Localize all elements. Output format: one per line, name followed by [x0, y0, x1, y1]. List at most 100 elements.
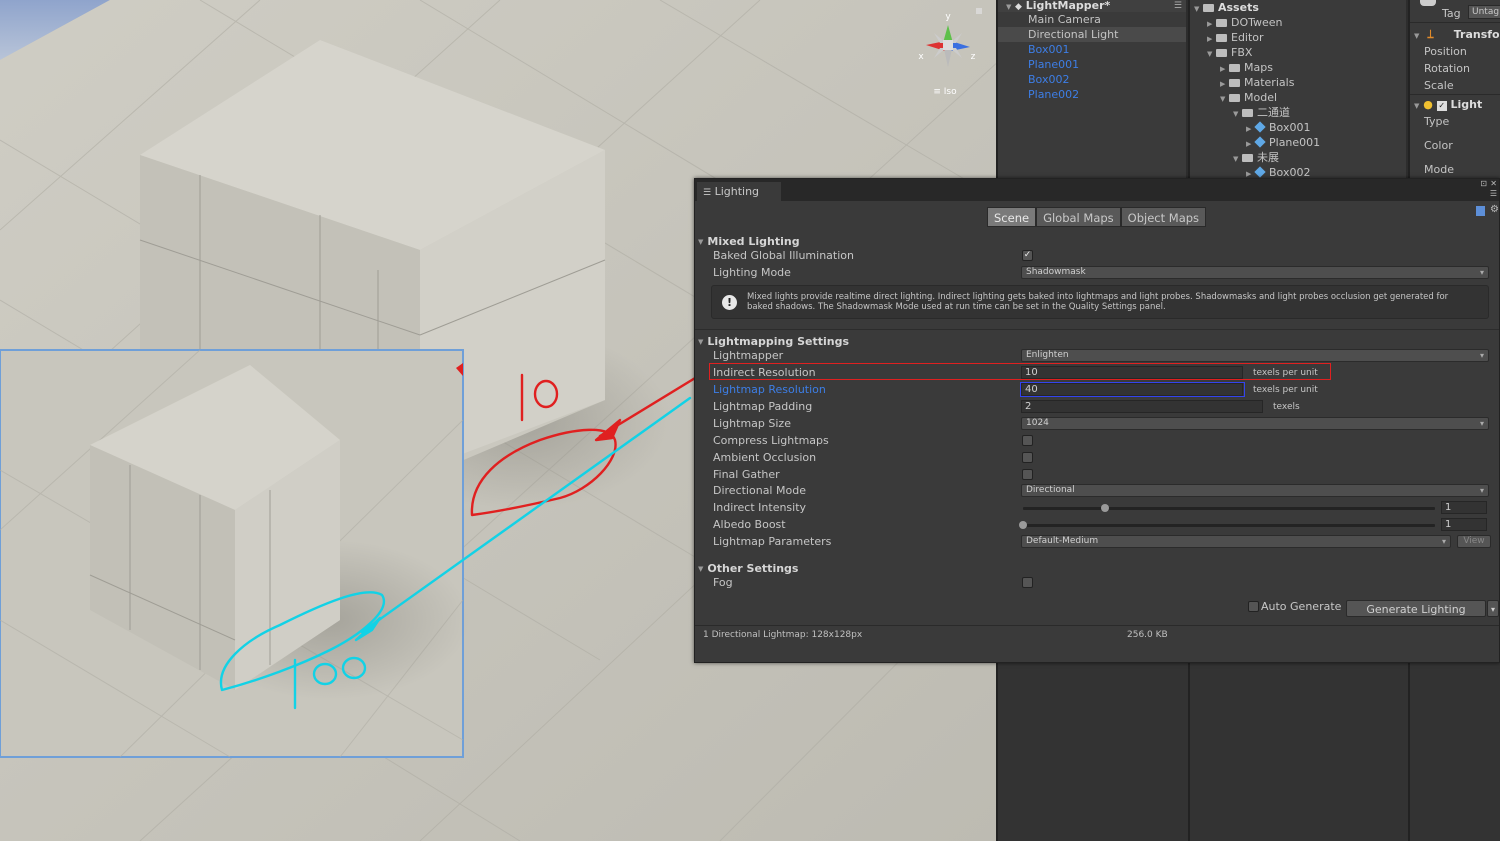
fog-checkbox[interactable] — [1022, 577, 1033, 588]
tab-global-maps[interactable]: Global Maps — [1036, 207, 1121, 227]
project-item[interactable]: ▶ DOTween — [1190, 15, 1406, 30]
light-enabled-checkbox[interactable]: ✓ — [1436, 101, 1447, 111]
auto-generate-checkbox[interactable] — [1248, 601, 1259, 612]
tab-object-maps[interactable]: Object Maps — [1120, 207, 1207, 227]
menu-icon[interactable]: ☰ — [1174, 0, 1182, 12]
lighting-mode-dropdown[interactable]: Shadowmask — [1021, 266, 1489, 279]
transform-header[interactable]: ▼ ⟘ Transfo — [1414, 28, 1500, 42]
assets-header[interactable]: ▼ Assets — [1190, 0, 1406, 15]
lightmap-size-label: Lightmap Size — [713, 417, 791, 430]
expand-arrow-icon[interactable]: ▼ — [1220, 92, 1229, 107]
mesh-icon — [1254, 136, 1266, 148]
albedo-boost-input[interactable]: 1 — [1441, 518, 1487, 531]
generate-lighting-button[interactable]: Generate Lighting — [1346, 600, 1486, 617]
lightmap-size-text: 256.0 KB — [1127, 630, 1168, 640]
transform-field-label: Scale — [1424, 79, 1454, 92]
tab-scene[interactable]: Scene — [987, 207, 1037, 227]
iso-label[interactable]: ≡ Iso — [933, 87, 957, 97]
project-item[interactable]: ▼ Model — [1190, 90, 1406, 105]
lighting-window-tab[interactable]: ☰ Lighting — [697, 182, 781, 201]
mixed-lighting-info-box: ! Mixed lights provide realtime direct l… — [711, 285, 1489, 319]
settings-gear-icon[interactable]: ⚙ — [1490, 204, 1499, 215]
lightmap-padding-unit: texels — [1273, 402, 1300, 412]
tag-dropdown[interactable]: Untag — [1468, 5, 1500, 19]
lightmapping-settings-header[interactable]: Lightmapping Settings — [707, 335, 849, 348]
project-item[interactable]: ▼ FBX — [1190, 45, 1406, 60]
project-item[interactable]: ▶ Editor — [1190, 30, 1406, 45]
project-item[interactable]: ▼ 二通道 — [1190, 105, 1406, 120]
folder-icon — [1216, 34, 1227, 42]
expand-arrow-icon[interactable]: ▼ — [1414, 102, 1419, 110]
hierarchy-item[interactable]: Main Camera — [998, 12, 1186, 27]
generate-options-dropdown[interactable]: ▾ — [1487, 600, 1499, 617]
gizmo-x-label: x — [918, 52, 924, 62]
fog-label: Fog — [713, 576, 733, 589]
transform-field-label: Position — [1424, 45, 1467, 58]
hierarchy-item[interactable]: Box002 — [998, 72, 1186, 87]
other-settings-header[interactable]: Other Settings — [707, 562, 798, 575]
project-item[interactable]: ▼ 未展 — [1190, 150, 1406, 165]
lightmap-resolution-label: Lightmap Resolution — [713, 383, 826, 396]
lightmap-count-text: 1 Directional Lightmap: 128x128px — [703, 630, 863, 640]
directional-mode-dropdown[interactable]: Directional — [1021, 484, 1489, 497]
project-item-label: 二通道 — [1257, 106, 1290, 119]
lightmap-parameters-label: Lightmap Parameters — [713, 535, 832, 548]
red-annotation-text: 10 — [515, 372, 516, 373]
help-book-icon[interactable] — [1476, 206, 1485, 216]
ambient-occlusion-label: Ambient Occlusion — [713, 451, 817, 464]
window-pin-icon[interactable]: ⊡ — [1480, 179, 1487, 188]
final-gather-label: Final Gather — [713, 468, 780, 481]
directional-mode-label: Directional Mode — [713, 484, 806, 497]
indirect-intensity-slider[interactable] — [1023, 507, 1435, 510]
lighting-mode-label: Lighting Mode — [713, 266, 791, 279]
lighting-window: ☰ Lighting ⊡ ✕ ☰ Scene Global Maps Objec… — [694, 178, 1500, 663]
expand-arrow-icon[interactable]: ▼ — [1233, 152, 1242, 167]
final-gather-checkbox[interactable] — [1022, 469, 1033, 480]
window-close-icon[interactable]: ✕ — [1490, 179, 1497, 188]
hierarchy-item[interactable]: Directional Light — [998, 27, 1186, 42]
transform-icon: ⟘ — [1427, 28, 1434, 41]
view-button[interactable]: View — [1457, 535, 1491, 548]
lighting-tabs: Scene Global Maps Object Maps — [987, 207, 1207, 227]
project-item[interactable]: ▶ Maps — [1190, 60, 1406, 75]
baked-gi-checkbox[interactable]: ✓ — [1022, 250, 1033, 261]
baked-gi-label: Baked Global Illumination — [713, 249, 854, 262]
project-item[interactable]: ▶ Box001 — [1190, 120, 1406, 135]
folder-icon — [1242, 154, 1253, 162]
window-menu-icon[interactable]: ☰ — [1490, 189, 1497, 198]
indirect-intensity-knob[interactable] — [1101, 504, 1110, 512]
hierarchy-scene-header[interactable]: ▼ ◆ LightMapper* ☰ — [998, 0, 1186, 12]
lightmap-parameters-dropdown[interactable]: Default-Medium — [1021, 535, 1451, 548]
expand-arrow-icon[interactable]: ▼ — [1207, 47, 1216, 62]
ambient-occlusion-checkbox[interactable] — [1022, 452, 1033, 463]
lightmap-size-dropdown[interactable]: 1024 — [1021, 417, 1489, 430]
focus-outline — [1020, 382, 1245, 397]
lightmapper-dropdown[interactable]: Enlighten — [1021, 349, 1489, 362]
red-highlight-box — [709, 363, 1331, 380]
light-header[interactable]: ▼ ● ✓ Light — [1414, 98, 1482, 111]
lightmapper-label: Lightmapper — [713, 349, 784, 362]
albedo-boost-slider[interactable] — [1023, 524, 1435, 527]
scene-title: LightMapper* — [1025, 0, 1111, 12]
mixed-lighting-header[interactable]: Mixed Lighting — [707, 235, 799, 248]
hierarchy-item[interactable]: Plane002 — [998, 87, 1186, 102]
compress-lightmaps-checkbox[interactable] — [1022, 435, 1033, 446]
project-item-label: Maps — [1244, 61, 1273, 74]
lightmap-padding-input[interactable]: 2 — [1021, 400, 1263, 413]
hierarchy-item[interactable]: Plane001 — [998, 57, 1186, 72]
expand-arrow-icon[interactable]: ▼ — [1006, 1, 1015, 12]
albedo-boost-knob[interactable] — [1019, 521, 1027, 529]
expand-arrow-icon[interactable]: ▼ — [1414, 32, 1419, 40]
light-fields: Type Color Mode — [1424, 114, 1454, 186]
light-field-label: Color — [1424, 139, 1453, 152]
hierarchy-item[interactable]: Box001 — [998, 42, 1186, 57]
indirect-intensity-input[interactable]: 1 — [1441, 501, 1487, 514]
expand-arrow-icon[interactable]: ▼ — [1233, 107, 1242, 122]
light-field-label: Type — [1424, 115, 1450, 128]
gameobject-icon — [1420, 0, 1436, 6]
project-item[interactable]: ▶ Materials — [1190, 75, 1406, 90]
project-item[interactable]: ▶ Plane001 — [1190, 135, 1406, 150]
light-bulb-icon: ● — [1423, 98, 1433, 111]
lighting-status-bar: 1 Directional Lightmap: 128x128px 256.0 … — [695, 625, 1499, 645]
expand-arrow-icon[interactable]: ▼ — [1194, 2, 1203, 17]
